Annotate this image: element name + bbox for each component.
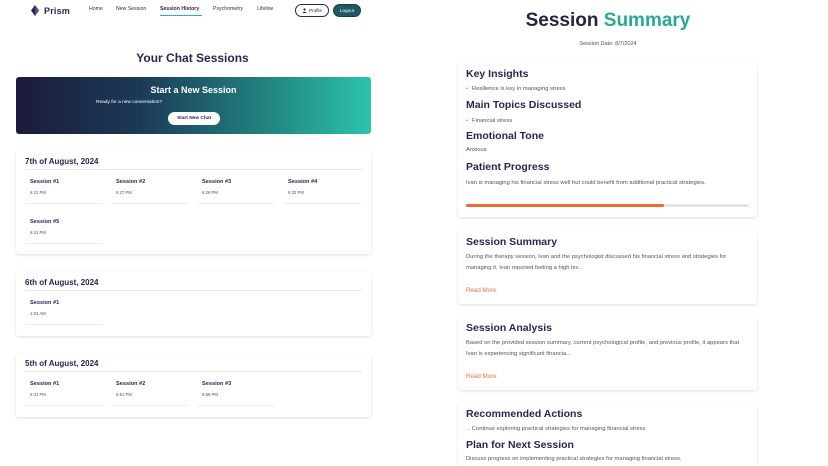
session-time: 6:27 PM — [116, 190, 133, 195]
session-summary-heading: Session Summary — [466, 236, 558, 248]
key-insight-item: • Resilience is key in managing stress — [466, 86, 565, 92]
brand-logo[interactable]: Prism — [31, 5, 70, 16]
emotional-tone-value: Anxious — [466, 147, 487, 153]
session-item[interactable]: Session #1 1:03 AM — [25, 295, 103, 325]
chat-sessions-pane: Prism Home New Session Session History P… — [0, 0, 385, 466]
session-time: 6:21 PM — [30, 190, 47, 195]
prism-logo-icon — [31, 5, 39, 16]
active-nav-underline — [160, 15, 202, 16]
session-analysis-heading: Session Analysis — [466, 322, 552, 334]
profile-button[interactable]: Profile — [295, 4, 329, 17]
bullet-icon: • — [466, 86, 469, 92]
nav-link-lifeline[interactable]: Lifeline — [257, 6, 273, 12]
session-time: 6:31 PM — [30, 392, 47, 397]
session-time: 6:51 PM — [116, 392, 133, 397]
recommended-actions-card: Recommended Actions →Continue exploring … — [458, 403, 757, 466]
key-insights-heading: Key Insights — [466, 68, 529, 80]
session-label: Session #4 — [288, 179, 318, 185]
logout-button[interactable]: Logout — [333, 4, 361, 17]
day-card-aug-6: 6th of August, 2024 Session #1 1:03 AM — [16, 272, 371, 336]
progress-bar-fill — [466, 204, 665, 207]
session-label: Session #1 — [30, 179, 60, 185]
session-time: 1:03 AM — [30, 311, 46, 316]
topic-text: Financial stress — [472, 118, 513, 124]
top-nav: Prism Home New Session Session History P… — [0, 0, 385, 22]
banner-title: Start a New Session — [150, 85, 237, 95]
recommended-action-text: Continue exploring practical strategies … — [471, 426, 646, 432]
session-label: Session #2 — [116, 179, 146, 185]
main-topics-heading: Main Topics Discussed — [466, 99, 582, 111]
day-card-aug-5: 5th of August, 2024 Session #1 6:31 PM S… — [16, 353, 371, 417]
session-summary-text: During the therapy session, Ivan and the… — [466, 254, 727, 271]
session-label: Session #3 — [202, 179, 232, 185]
user-icon — [302, 8, 307, 13]
plan-next-session-text: Discuss progress on implementing practic… — [466, 456, 682, 462]
emotional-tone-heading: Emotional Tone — [466, 130, 544, 142]
divider — [25, 371, 362, 372]
session-time: 6:32 PM — [288, 190, 305, 195]
day-title: 7th of August, 2024 — [25, 157, 99, 166]
profile-button-label: Profile — [308, 8, 323, 13]
start-new-chat-button[interactable]: Start New Chat — [168, 112, 220, 125]
recommended-actions-heading: Recommended Actions — [466, 408, 583, 420]
session-date: Session Date: 8/7/2024 — [579, 41, 637, 47]
banner-subtitle: Ready for a new conversation? — [96, 100, 163, 105]
day-title: 6th of August, 2024 — [25, 278, 99, 287]
day-title: 5th of August, 2024 — [25, 359, 99, 368]
divider — [25, 290, 362, 291]
patient-progress-heading: Patient Progress — [466, 161, 550, 173]
progress-bar — [466, 204, 749, 207]
nav-link-home[interactable]: Home — [89, 6, 103, 12]
brand-name: Prism — [44, 5, 71, 16]
session-label: Session #3 — [202, 381, 232, 387]
analysis-read-more-link[interactable]: Read More — [466, 373, 497, 380]
summary-read-more-link[interactable]: Read More — [466, 287, 497, 294]
session-item[interactable]: Session #5 6:41 PM — [25, 214, 103, 244]
day-card-aug-7: 7th of August, 2024 Session #1 6:21 PM S… — [16, 151, 371, 254]
session-time: 6:41 PM — [30, 230, 47, 235]
session-summary-card: Session Summary During the therapy sessi… — [458, 231, 757, 304]
nav-link-psychometry[interactable]: Psychometry — [213, 6, 243, 12]
topic-item: • Financial stress — [466, 118, 512, 124]
page-title: Your Chat Sessions — [136, 51, 249, 65]
recommended-action-item: →Continue exploring practical strategies… — [466, 426, 645, 432]
session-item[interactable]: Session #2 6:51 PM — [111, 376, 189, 406]
patient-progress-text: Ivan is managing his financial stress we… — [466, 180, 706, 186]
session-analysis-card: Session Analysis Based on the provided s… — [458, 317, 757, 390]
divider — [25, 169, 362, 170]
title-part-dark: Session — [525, 10, 604, 31]
session-analysis-text: Based on the provided session summary, c… — [466, 340, 740, 357]
session-item[interactable]: Session #1 6:21 PM — [25, 174, 103, 204]
session-summary-pane: Session Summary Session Date: 8/7/2024 K… — [420, 0, 828, 466]
new-session-banner: Start a New Session Ready for a new conv… — [16, 77, 371, 134]
plan-next-session-heading: Plan for Next Session — [466, 439, 574, 451]
session-item[interactable]: Session #1 6:31 PM — [25, 376, 103, 406]
bullet-icon: • — [466, 118, 469, 124]
nav-link-session-history[interactable]: Session History — [160, 6, 199, 12]
insights-card: Key Insights • Resilience is key in manag… — [458, 63, 757, 217]
summary-page-title: Session Summary — [420, 10, 796, 32]
app-page: Prism Home New Session Session History P… — [0, 0, 828, 466]
session-item[interactable]: Session #4 6:32 PM — [283, 174, 361, 204]
session-time: 6:26 PM — [202, 190, 219, 195]
session-item[interactable]: Session #3 6:26 PM — [197, 174, 275, 204]
title-part-accent: Summary — [603, 10, 691, 31]
session-item[interactable]: Session #2 6:27 PM — [111, 174, 189, 204]
nav-link-new-session[interactable]: New Session — [116, 6, 146, 12]
session-label: Session #5 — [30, 219, 60, 225]
session-item[interactable]: Session #3 6:58 PM — [197, 376, 275, 406]
session-label: Session #1 — [30, 381, 60, 387]
session-time: 6:58 PM — [202, 392, 219, 397]
session-label: Session #1 — [30, 300, 60, 306]
session-label: Session #2 — [116, 381, 146, 387]
key-insight-text: Resilience is key in managing stress — [472, 86, 566, 92]
